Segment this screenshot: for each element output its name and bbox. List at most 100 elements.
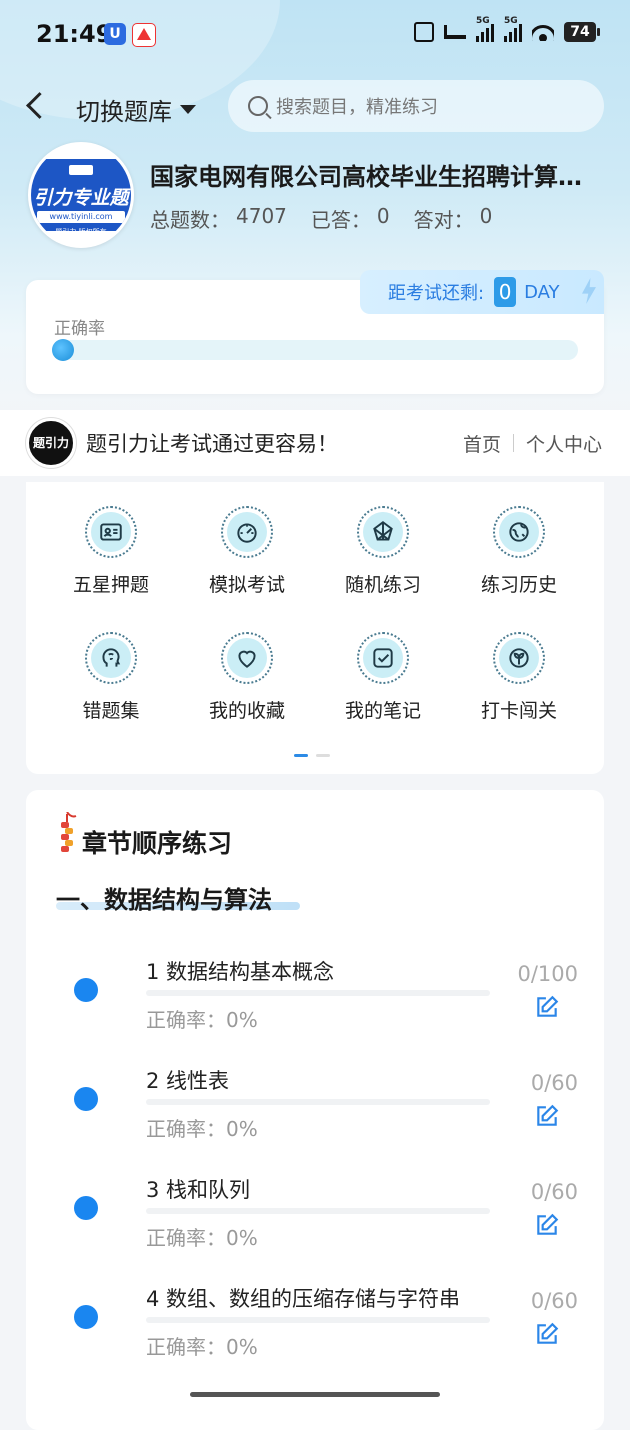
chapter-status-dot <box>74 978 98 1002</box>
brain-icon <box>102 648 121 667</box>
heart-icon <box>238 650 256 668</box>
chapter-count: 0/60 <box>530 1071 578 1095</box>
feature-history[interactable]: 练习历史 <box>454 506 584 597</box>
chapter-item[interactable]: 1 数据结构基本概念 正确率：0% 0/100 <box>26 940 604 1040</box>
note-icon <box>373 648 393 668</box>
chapter-status-dot <box>74 1196 98 1220</box>
brand-slogan: 题引力让考试通过更容易！ <box>86 432 338 456</box>
chapter-accuracy: 正确率：0% <box>146 1008 258 1032</box>
chapter-name: 4 数组、数组的压缩存储与字符串 <box>146 1287 461 1311</box>
feature-mock-exam[interactable]: 模拟考试 <box>182 506 312 597</box>
chapter-progress-bar <box>146 1208 490 1214</box>
notification-app-icon: U <box>104 23 126 45</box>
firecracker-icon <box>61 812 77 852</box>
countdown-days: 0 <box>494 277 517 307</box>
chapter-accuracy: 正确率：0% <box>146 1226 258 1250</box>
edit-icon[interactable] <box>534 1212 560 1238</box>
chapter-status-dot <box>74 1305 98 1329</box>
feature-random-practice[interactable]: 随机练习 <box>318 506 448 597</box>
battery-indicator: 74 <box>564 22 600 42</box>
total-count: 4707 <box>236 204 287 228</box>
notification-app-icon-2 <box>132 23 156 47</box>
chapter-progress-bar <box>146 1317 490 1323</box>
gauge-icon <box>237 523 257 543</box>
wifi-icon <box>532 23 554 41</box>
switch-bank-label: 切换题库 <box>76 98 172 126</box>
search-icon <box>248 96 268 116</box>
random-icon <box>373 521 393 541</box>
profile-link[interactable]: 个人中心 <box>526 430 602 457</box>
chapter-item[interactable]: 2 线性表 正确率：0% 0/60 <box>26 1049 604 1149</box>
chapter-item[interactable]: 4 数组、数组的压缩存储与字符串 正确率：0% 0/60 <box>26 1267 604 1367</box>
answered-label: 已答： <box>310 208 371 232</box>
leaf-icon <box>509 648 529 668</box>
status-time: 21:49 <box>36 20 113 48</box>
feature-label: 随机练习 <box>344 574 421 596</box>
feature-wrong-set[interactable]: 错题集 <box>46 632 176 723</box>
chapter-name: 2 线性表 <box>146 1069 230 1093</box>
lightning-icon <box>582 278 596 304</box>
feature-checkin[interactable]: 打卡闯关 <box>454 632 584 723</box>
feature-grid: 五星押题 模拟考试 随机练习 练习历史 错题集 我的收藏 我的笔记 打卡闯关 <box>26 482 604 774</box>
chapter-count: 0/60 <box>530 1289 578 1313</box>
edit-icon[interactable] <box>534 1103 560 1129</box>
signal-icon-2: 5G <box>504 16 522 42</box>
vibrate-icon <box>414 22 434 42</box>
feature-label: 五星押题 <box>72 574 149 596</box>
countdown-label: 距考试还剩: <box>388 283 485 304</box>
chapter-accuracy: 正确率：0% <box>146 1117 258 1141</box>
home-indicator[interactable] <box>190 1392 440 1397</box>
answered-count: 0 <box>376 204 390 228</box>
history-icon <box>509 522 529 542</box>
page-dot <box>316 754 330 757</box>
feature-label: 我的收藏 <box>208 700 285 722</box>
accuracy-progress-knob <box>52 339 74 361</box>
feature-label: 错题集 <box>82 700 140 722</box>
sleep-mode-icon <box>444 25 466 39</box>
switch-bank-button[interactable]: 切换题库 <box>76 92 196 127</box>
total-label: 总题数： <box>150 208 230 232</box>
course-stats: 总题数： 4707 已答： 0 答对： 0 <box>150 204 492 233</box>
accuracy-card: 距考试还剩: 0 DAY 正确率 <box>26 270 604 394</box>
brand-logo: 题引力 <box>26 418 76 468</box>
chapter-name: 3 栈和队列 <box>146 1178 251 1202</box>
page-dot-active <box>294 754 308 757</box>
feature-label: 模拟考试 <box>208 574 285 596</box>
feature-favorites[interactable]: 我的收藏 <box>182 632 312 723</box>
caret-down-icon <box>180 105 196 114</box>
feature-notes[interactable]: 我的笔记 <box>318 632 448 723</box>
course-logo: 引力专业题 www.tiyinli.com 题引力 版权所有 <box>28 142 134 248</box>
page-indicator <box>294 754 330 757</box>
correct-count: 0 <box>479 204 493 228</box>
chapter-heading: 章节顺序练习 <box>82 829 233 858</box>
edit-icon[interactable] <box>534 1321 560 1347</box>
chapter-item[interactable]: 3 栈和队列 正确率：0% 0/60 <box>26 1158 604 1258</box>
chapter-progress-bar <box>146 1099 490 1105</box>
course-title: 国家电网有限公司高校毕业生招聘计算机类 <box>150 163 600 191</box>
brand-banner: 题引力 题引力让考试通过更容易！ 首页 个人中心 <box>0 410 630 476</box>
link-divider <box>512 434 514 452</box>
chapter-status-dot <box>74 1087 98 1111</box>
feature-label: 练习历史 <box>480 574 557 596</box>
home-link[interactable]: 首页 <box>463 430 501 457</box>
section-title: 一、数据结构与算法 <box>56 886 272 914</box>
correct-label: 答对： <box>413 208 474 232</box>
chapter-practice-card: 章节顺序练习 一、数据结构与算法 1 数据结构基本概念 正确率：0% 0/100… <box>26 790 604 1430</box>
chapter-accuracy: 正确率：0% <box>146 1335 258 1359</box>
feature-five-star[interactable]: 五星押题 <box>46 506 176 597</box>
feature-label: 我的笔记 <box>344 700 421 722</box>
exam-countdown: 距考试还剩: 0 DAY <box>360 270 604 314</box>
accuracy-progress-bar <box>52 339 578 361</box>
chapter-progress-bar <box>146 990 490 996</box>
signal-icon: 5G <box>476 16 494 42</box>
status-bar: 21:49 U 5G 5G 74 <box>0 0 630 70</box>
feature-label: 打卡闯关 <box>480 700 557 722</box>
chapter-name: 1 数据结构基本概念 <box>146 960 335 984</box>
search-placeholder: 搜索题目，精准练习 <box>276 97 438 118</box>
id-card-icon <box>100 523 122 541</box>
chapter-count: 0/100 <box>517 962 578 986</box>
accuracy-label: 正确率 <box>54 319 105 339</box>
edit-icon[interactable] <box>534 994 560 1020</box>
chapter-count: 0/60 <box>530 1180 578 1204</box>
search-input[interactable]: 搜索题目，精准练习 <box>228 80 604 132</box>
